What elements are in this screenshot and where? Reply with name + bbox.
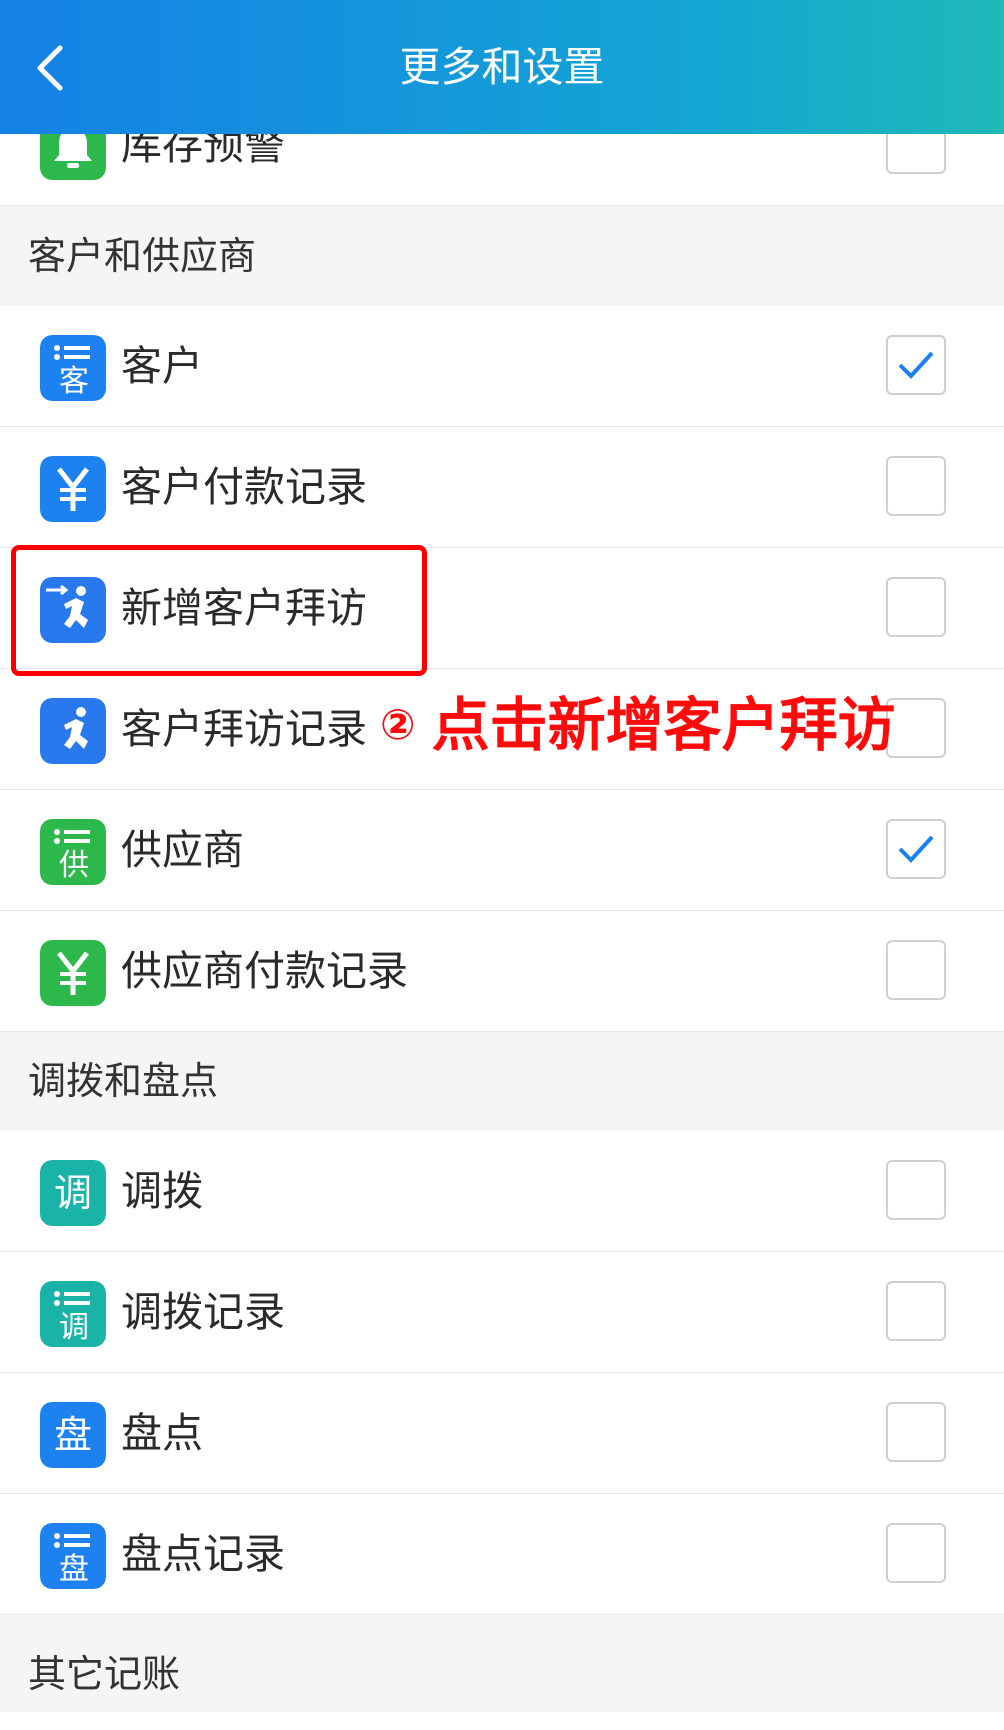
row-supplier[interactable]: 供 供应商 <box>0 790 1004 911</box>
checkbox[interactable] <box>886 1160 946 1220</box>
svg-text:调: 调 <box>54 1171 92 1215</box>
svg-text:盘: 盘 <box>59 1552 89 1587</box>
row-label: 调拨记录 <box>121 1288 285 1336</box>
row-label: 客户 <box>121 342 203 390</box>
row-transfer-record[interactable]: 调 调拨记录 <box>0 1252 1004 1373</box>
annotation-text: 点击新增客户拜访 <box>431 691 896 759</box>
checkbox[interactable] <box>886 1523 946 1583</box>
checkmark-icon <box>898 351 934 379</box>
row-transfer[interactable]: 调 调拨 <box>0 1131 1004 1252</box>
customer-list-icon: 客 <box>40 335 106 401</box>
top-bar: 更多和设置 <box>0 0 1004 134</box>
row-supplier-payment[interactable]: 供应商付款记录 <box>0 911 1004 1032</box>
page-title: 更多和设置 <box>399 43 605 91</box>
visit-record-icon <box>40 698 106 764</box>
row-label: 盘点记录 <box>121 1530 285 1578</box>
row-customer[interactable]: 客 客户 <box>0 306 1004 427</box>
checkmark-icon <box>898 835 934 863</box>
row-stocktake-record[interactable]: 盘 盘点记录 <box>0 1494 1004 1615</box>
checkbox[interactable] <box>886 577 946 637</box>
svg-text:客: 客 <box>59 364 89 399</box>
row-label: 供应商付款记录 <box>121 947 408 995</box>
svg-text:供: 供 <box>59 848 89 883</box>
highlight-box <box>11 545 427 676</box>
checkbox[interactable] <box>886 1281 946 1341</box>
row-label: 调拨 <box>121 1167 203 1215</box>
annotation-number: ② <box>380 700 416 749</box>
row-label: 客户拜访记录 <box>121 705 367 753</box>
svg-text:盘: 盘 <box>54 1413 92 1457</box>
stocktake-record-icon: 盘 <box>40 1523 106 1589</box>
row-label: 盘点 <box>121 1409 203 1457</box>
settings-list: 库存预警 客户和供应商 客 客户 客户付款记录 新增客户拜访 客户拜访记录 供 … <box>0 0 1004 1730</box>
row-customer-payment[interactable]: 客户付款记录 <box>0 427 1004 548</box>
stocktake-icon: 盘 <box>40 1402 106 1468</box>
yen-icon <box>40 456 106 522</box>
transfer-icon: 调 <box>40 1160 106 1226</box>
yen-icon <box>40 940 106 1006</box>
section-header-transfer-stocktake: 调拨和盘点 <box>0 1032 1004 1131</box>
section-header-customers-suppliers: 客户和供应商 <box>0 207 1004 306</box>
svg-text:调: 调 <box>59 1310 89 1345</box>
supplier-list-icon: 供 <box>40 819 106 885</box>
row-label: 供应商 <box>121 826 244 874</box>
row-partial <box>0 1712 1004 1730</box>
checkbox-checked[interactable] <box>886 819 946 879</box>
annotation-callout: ② 点击新增客户拜访 <box>380 690 896 760</box>
row-label: 客户付款记录 <box>121 463 367 511</box>
section-header-other-bookkeeping: 其它记账 <box>0 1625 1004 1724</box>
checkbox[interactable] <box>886 940 946 1000</box>
checkbox[interactable] <box>886 1402 946 1462</box>
checkbox[interactable] <box>886 456 946 516</box>
transfer-record-icon: 调 <box>40 1281 106 1347</box>
checkbox-checked[interactable] <box>886 335 946 395</box>
row-stocktake[interactable]: 盘 盘点 <box>0 1373 1004 1494</box>
